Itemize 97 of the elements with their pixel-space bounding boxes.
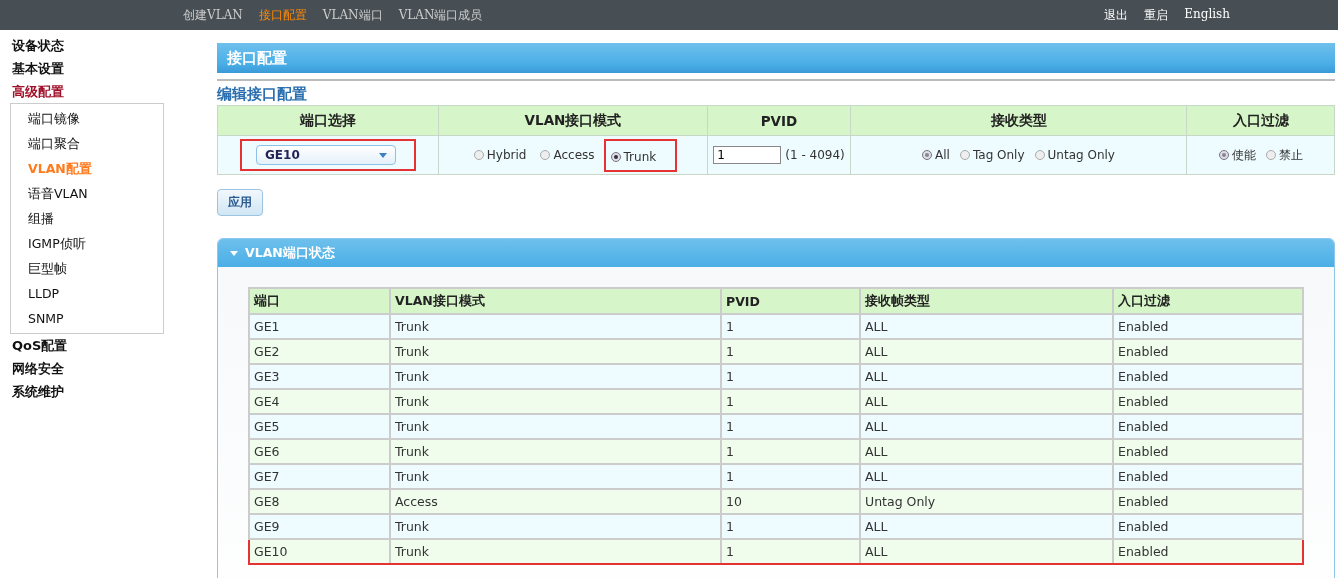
mode-radio[interactable]: Hybrid (473, 147, 527, 162)
table-cell: GE1 (249, 314, 390, 339)
nav-tab[interactable]: 创建VLAN (183, 6, 243, 24)
sidebar-section[interactable]: 系统维护 (12, 380, 177, 403)
table-cell: ALL (860, 514, 1113, 539)
table-cell: Enabled (1113, 439, 1303, 464)
column-header: VLAN接口模式 (438, 105, 708, 136)
column-header: 端口 (249, 288, 390, 314)
table-cell: 1 (721, 539, 860, 564)
table-cell: Enabled (1113, 364, 1303, 389)
pvid-range: (1 - 4094) (785, 148, 845, 162)
column-header: PVID (721, 288, 860, 314)
table-cell: ALL (860, 539, 1113, 564)
page-title: 接口配置 (227, 48, 287, 68)
sidebar-section[interactable]: 高级配置 (12, 80, 177, 103)
nav-tab[interactable]: VLAN端口成员 (398, 6, 483, 24)
pvid-field[interactable]: 1 (713, 146, 782, 164)
table-cell: GE7 (249, 464, 390, 489)
table-cell: GE6 (249, 439, 390, 464)
table-cell: ALL (860, 439, 1113, 464)
accept-radio[interactable]: Tag Only (959, 148, 1025, 162)
table-cell: Enabled (1113, 339, 1303, 364)
sidebar-section[interactable]: QoS配置 (12, 334, 177, 357)
filter-radio[interactable]: 禁止 (1265, 146, 1303, 164)
panel-title: VLAN端口状态 (245, 244, 335, 262)
sidebar-item[interactable]: 端口聚合 (11, 131, 163, 156)
table-cell: Untag Only (860, 489, 1113, 514)
sidebar-section[interactable]: 网络安全 (12, 357, 177, 380)
column-header: 接收类型 (850, 105, 1187, 136)
table-cell: Enabled (1113, 464, 1303, 489)
table-cell: 1 (721, 439, 860, 464)
table-cell: Trunk (390, 439, 721, 464)
table-cell: GE3 (249, 364, 390, 389)
table-cell: Access (390, 489, 721, 514)
sidebar-item[interactable]: 组播 (11, 206, 163, 231)
column-header: 入口过滤 (1113, 288, 1303, 314)
table-cell: Trunk (390, 339, 721, 364)
filter-radio[interactable]: 使能 (1218, 146, 1256, 164)
table-cell: ALL (860, 389, 1113, 414)
sidebar-item[interactable]: LLDP (11, 281, 163, 306)
sidebar-item[interactable]: SNMP (11, 306, 163, 331)
table-cell: ALL (860, 364, 1113, 389)
table-cell: GE10 (249, 539, 390, 564)
table-cell: Enabled (1113, 539, 1303, 564)
table-cell: Trunk (390, 364, 721, 389)
top-link[interactable]: English (1184, 6, 1230, 24)
table-cell: ALL (860, 314, 1113, 339)
top-link[interactable]: 重启 (1144, 6, 1169, 24)
table-cell: 1 (721, 389, 860, 414)
sidebar-section[interactable]: 设备状态 (12, 34, 177, 57)
table-cell: 1 (721, 364, 860, 389)
section-title: 编辑接口配置 (217, 85, 308, 104)
table-cell: Enabled (1113, 489, 1303, 514)
accept-radio[interactable]: All (922, 148, 950, 162)
column-header: 入口过滤 (1186, 105, 1335, 136)
caret-icon (379, 152, 387, 158)
column-header: VLAN接口模式 (390, 288, 721, 314)
sidebar-item[interactable]: IGMP侦听 (11, 231, 163, 256)
table-cell: GE9 (249, 514, 390, 539)
sidebar-item[interactable]: 端口镜像 (11, 106, 163, 131)
table-cell: Trunk (390, 464, 721, 489)
column-header: 接收帧类型 (860, 288, 1113, 314)
table-cell: ALL (860, 414, 1113, 439)
table-cell: 1 (721, 314, 860, 339)
table-cell: 1 (721, 514, 860, 539)
sidebar-item[interactable]: 巨型帧 (11, 256, 163, 281)
nav-tab[interactable]: VLAN端口 (322, 6, 383, 24)
mode-radio[interactable]: Access (540, 147, 595, 162)
table-cell: Enabled (1113, 414, 1303, 439)
caret-icon (230, 250, 238, 256)
table-cell: GE5 (249, 414, 390, 439)
table-cell: Enabled (1113, 514, 1303, 539)
apply-button[interactable]: 应用 (217, 189, 263, 216)
accept-radio[interactable]: Untag Only (1034, 148, 1115, 162)
table-cell: GE8 (249, 489, 390, 514)
table-cell: GE2 (249, 339, 390, 364)
table-cell: Trunk (390, 414, 721, 439)
table-cell: Enabled (1113, 389, 1303, 414)
top-link[interactable]: 退出 (1104, 6, 1129, 24)
sidebar-item[interactable]: 语音VLAN (11, 181, 163, 206)
table-cell: 1 (721, 339, 860, 364)
sidebar-section[interactable]: 基本设置 (12, 57, 177, 80)
table-cell: Trunk (390, 539, 721, 564)
table-cell: 1 (721, 464, 860, 489)
column-header: PVID (707, 105, 851, 136)
table-cell: ALL (860, 339, 1113, 364)
table-cell: 1 (721, 414, 860, 439)
table-cell: Enabled (1113, 314, 1303, 339)
table-cell: Trunk (390, 514, 721, 539)
table-cell: 10 (721, 489, 860, 514)
table-cell: GE4 (249, 389, 390, 414)
nav-tab[interactable]: 接口配置 (258, 6, 307, 24)
port-dropdown[interactable]: GE10 (256, 145, 396, 165)
table-cell: ALL (860, 464, 1113, 489)
table-cell: Trunk (390, 314, 721, 339)
table-cell: Trunk (390, 389, 721, 414)
column-header: 端口选择 (217, 105, 439, 136)
